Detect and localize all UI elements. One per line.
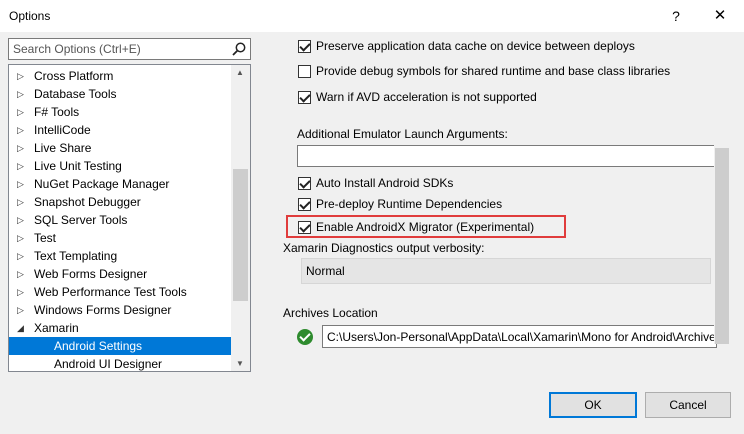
tree-item[interactable]: ▷ Database Tools xyxy=(9,85,231,103)
emulator-args-label: Additional Emulator Launch Arguments: xyxy=(297,127,508,141)
tree-item[interactable]: Android UI Designer xyxy=(9,355,231,371)
collapsed-arrow-icon[interactable]: ▷ xyxy=(17,229,27,247)
settings-scroll-thumb[interactable] xyxy=(715,148,729,344)
collapsed-arrow-icon[interactable]: ▷ xyxy=(17,121,27,139)
scroll-up-icon[interactable]: ▲ xyxy=(236,68,244,77)
tree-scrollbar[interactable]: ▲ ▼ xyxy=(231,65,250,371)
tree-item[interactable]: Android Settings xyxy=(9,337,231,355)
tree-item[interactable]: ◢ Xamarin xyxy=(9,319,231,337)
tree-item[interactable]: ▷ Web Performance Test Tools xyxy=(9,283,231,301)
collapsed-arrow-icon[interactable]: ▷ xyxy=(17,247,27,265)
window-title: Options xyxy=(9,9,51,23)
ok-button[interactable]: OK xyxy=(549,392,637,418)
tree-item-label: Windows Forms Designer xyxy=(34,303,172,317)
tree-item-label: SQL Server Tools xyxy=(34,213,128,227)
scroll-down-icon[interactable]: ▼ xyxy=(236,359,244,368)
collapsed-arrow-icon[interactable]: ▷ xyxy=(17,139,27,157)
search-icon xyxy=(232,42,246,56)
archives-path-input[interactable]: C:\Users\Jon-Personal\AppData\Local\Xama… xyxy=(322,325,717,348)
tree-item-label: Android Settings xyxy=(54,339,143,353)
tree-item[interactable]: ▷ Test xyxy=(9,229,231,247)
tree-item-label: Android UI Designer xyxy=(54,357,163,371)
predeploy-checkbox[interactable] xyxy=(298,198,311,211)
search-placeholder: Search Options (Ctrl+E) xyxy=(13,42,141,56)
tree-item-label: Test xyxy=(34,231,57,245)
expanded-arrow-icon[interactable]: ◢ xyxy=(17,319,27,337)
highlight-box xyxy=(286,215,566,238)
collapsed-arrow-icon[interactable]: ▷ xyxy=(17,211,27,229)
help-button[interactable]: ? xyxy=(664,4,688,28)
tree-item[interactable]: ▷ Windows Forms Designer xyxy=(9,301,231,319)
tree-item[interactable]: ▷ Live Share xyxy=(9,139,231,157)
avd-warn-checkbox[interactable] xyxy=(298,91,311,104)
tree-scroll-thumb[interactable] xyxy=(233,169,248,301)
tree-item-label: Live Share xyxy=(34,141,92,155)
collapsed-arrow-icon[interactable]: ▷ xyxy=(17,85,27,103)
collapsed-arrow-icon[interactable]: ▷ xyxy=(17,265,27,283)
avd-warn-label: Warn if AVD acceleration is not supporte… xyxy=(316,90,537,104)
auto-install-label: Auto Install Android SDKs xyxy=(316,176,454,190)
tree-item[interactable]: ▷ NuGet Package Manager xyxy=(9,175,231,193)
preserve-cache-label: Preserve application data cache on devic… xyxy=(316,39,635,53)
tree-item-label: Xamarin xyxy=(34,321,79,335)
tree-item[interactable]: ▷ Snapshot Debugger xyxy=(9,193,231,211)
diagnostics-value: Normal xyxy=(306,264,345,278)
preserve-cache-checkbox[interactable] xyxy=(298,40,311,53)
options-tree[interactable]: ▷ Cross Platform ▷ Database Tools ▷ F# Tools ▷… xyxy=(8,64,251,372)
diagnostics-select[interactable]: Normal xyxy=(301,258,711,284)
tree-item-label: Web Forms Designer xyxy=(34,267,148,281)
tree-item-label: Database Tools xyxy=(34,87,117,101)
tree-item-label: Snapshot Debugger xyxy=(34,195,141,209)
settings-scrollbar[interactable] xyxy=(714,32,730,344)
archives-label: Archives Location xyxy=(283,306,378,320)
collapsed-arrow-icon[interactable]: ▷ xyxy=(17,283,27,301)
tree-item[interactable]: ▷ Web Forms Designer xyxy=(9,265,231,283)
debug-symbols-label: Provide debug symbols for shared runtime… xyxy=(316,64,671,78)
archives-path-value: C:\Users\Jon-Personal\AppData\Local\Xama… xyxy=(327,330,717,344)
tree-item-label: Web Performance Test Tools xyxy=(34,285,187,299)
emulator-args-input[interactable] xyxy=(297,145,717,167)
tree-item-label: NuGet Package Manager xyxy=(34,177,170,191)
valid-check-icon xyxy=(297,329,313,345)
title-bar: Options ? ✕ xyxy=(0,0,744,32)
tree-item[interactable]: ▷ SQL Server Tools xyxy=(9,211,231,229)
collapsed-arrow-icon[interactable]: ▷ xyxy=(17,103,27,121)
predeploy-label: Pre-deploy Runtime Dependencies xyxy=(316,197,503,211)
close-button[interactable]: ✕ xyxy=(708,4,732,28)
cancel-button[interactable]: Cancel xyxy=(645,392,731,418)
auto-install-checkbox[interactable] xyxy=(298,177,311,190)
tree-item[interactable]: ▷ Cross Platform xyxy=(9,67,231,85)
tree-item-label: Cross Platform xyxy=(34,69,114,83)
tree-item-label: F# Tools xyxy=(34,105,80,119)
diagnostics-label: Xamarin Diagnostics output verbosity: xyxy=(283,241,485,255)
collapsed-arrow-icon[interactable]: ▷ xyxy=(17,67,27,85)
collapsed-arrow-icon[interactable]: ▷ xyxy=(17,175,27,193)
tree-item[interactable]: ▷ IntelliCode xyxy=(9,121,231,139)
tree-item-label: Text Templating xyxy=(34,249,118,263)
collapsed-arrow-icon[interactable]: ▷ xyxy=(17,301,27,319)
tree-item[interactable]: ▷ F# Tools xyxy=(9,103,231,121)
collapsed-arrow-icon[interactable]: ▷ xyxy=(17,157,27,175)
tree-item-label: Live Unit Testing xyxy=(34,159,122,173)
search-input[interactable]: Search Options (Ctrl+E) xyxy=(8,38,251,60)
tree-item[interactable]: ▷ Text Templating xyxy=(9,247,231,265)
debug-symbols-checkbox[interactable] xyxy=(298,65,311,78)
collapsed-arrow-icon[interactable]: ▷ xyxy=(17,193,27,211)
tree-item-label: IntelliCode xyxy=(34,123,91,137)
tree-item[interactable]: ▷ Live Unit Testing xyxy=(9,157,231,175)
